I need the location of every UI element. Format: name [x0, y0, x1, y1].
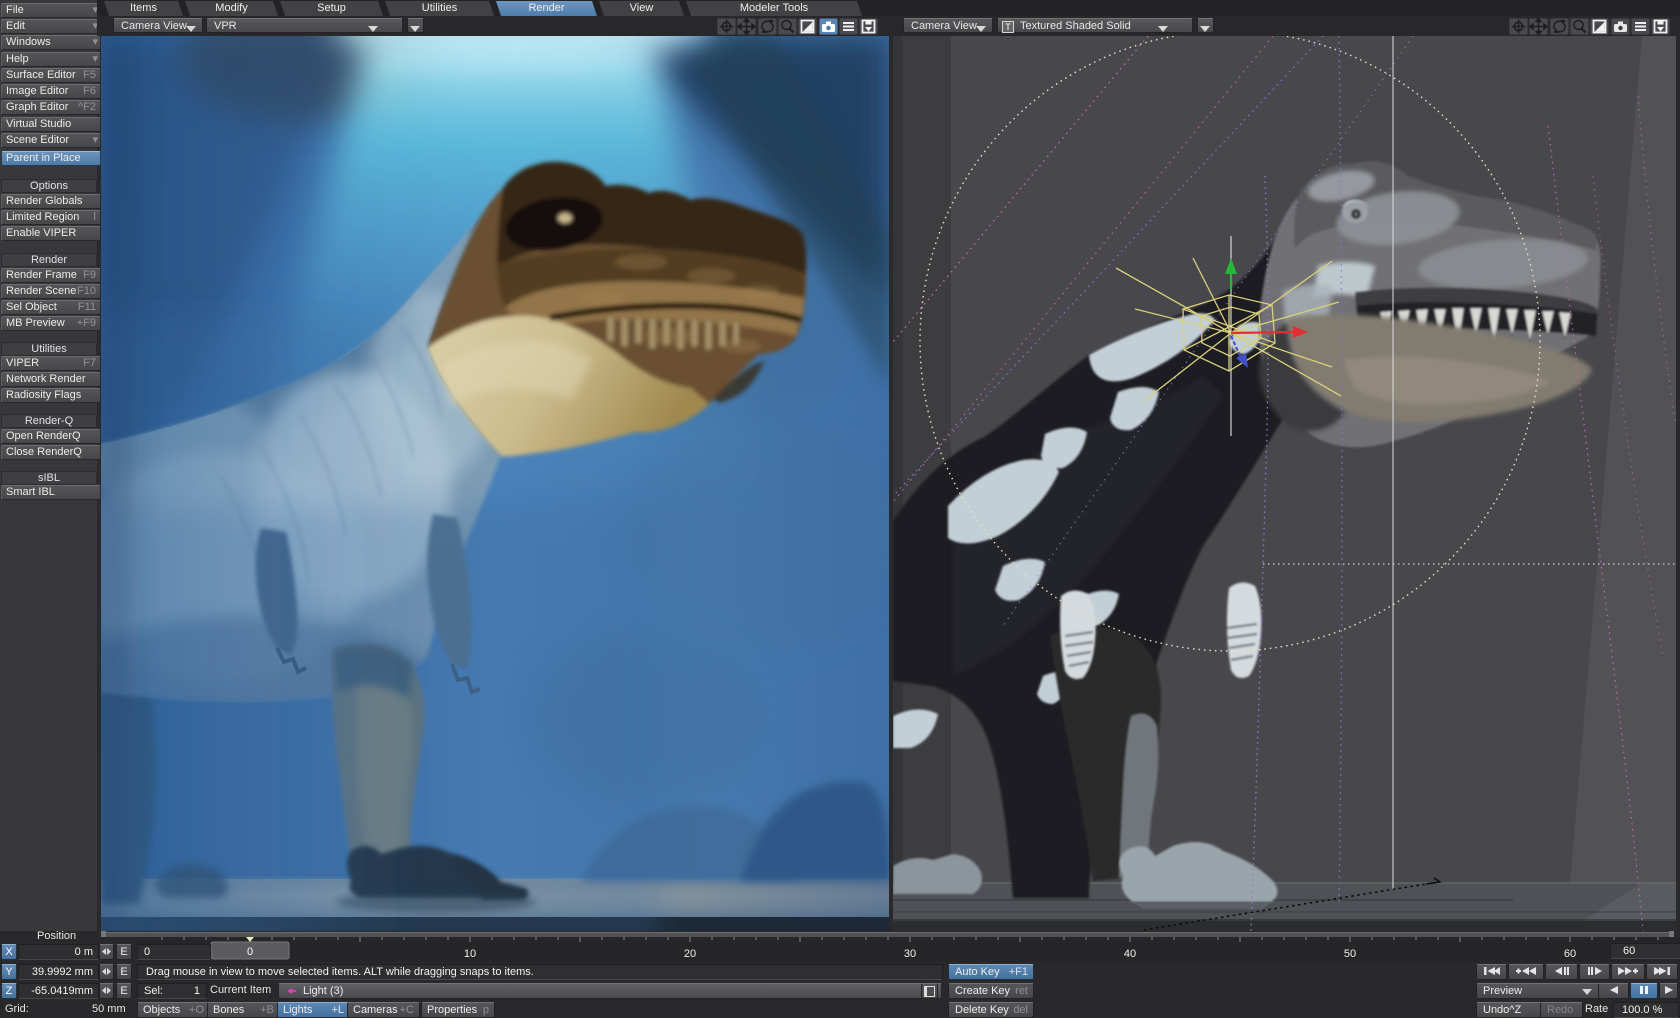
svg-text:20: 20 — [684, 948, 696, 960]
svg-text:0: 0 — [247, 946, 253, 958]
svg-text:60: 60 — [1564, 948, 1576, 960]
svg-text:40: 40 — [1124, 948, 1136, 960]
svg-text:10: 10 — [464, 948, 476, 960]
svg-text:30: 30 — [904, 948, 916, 960]
svg-text:50: 50 — [1344, 948, 1356, 960]
